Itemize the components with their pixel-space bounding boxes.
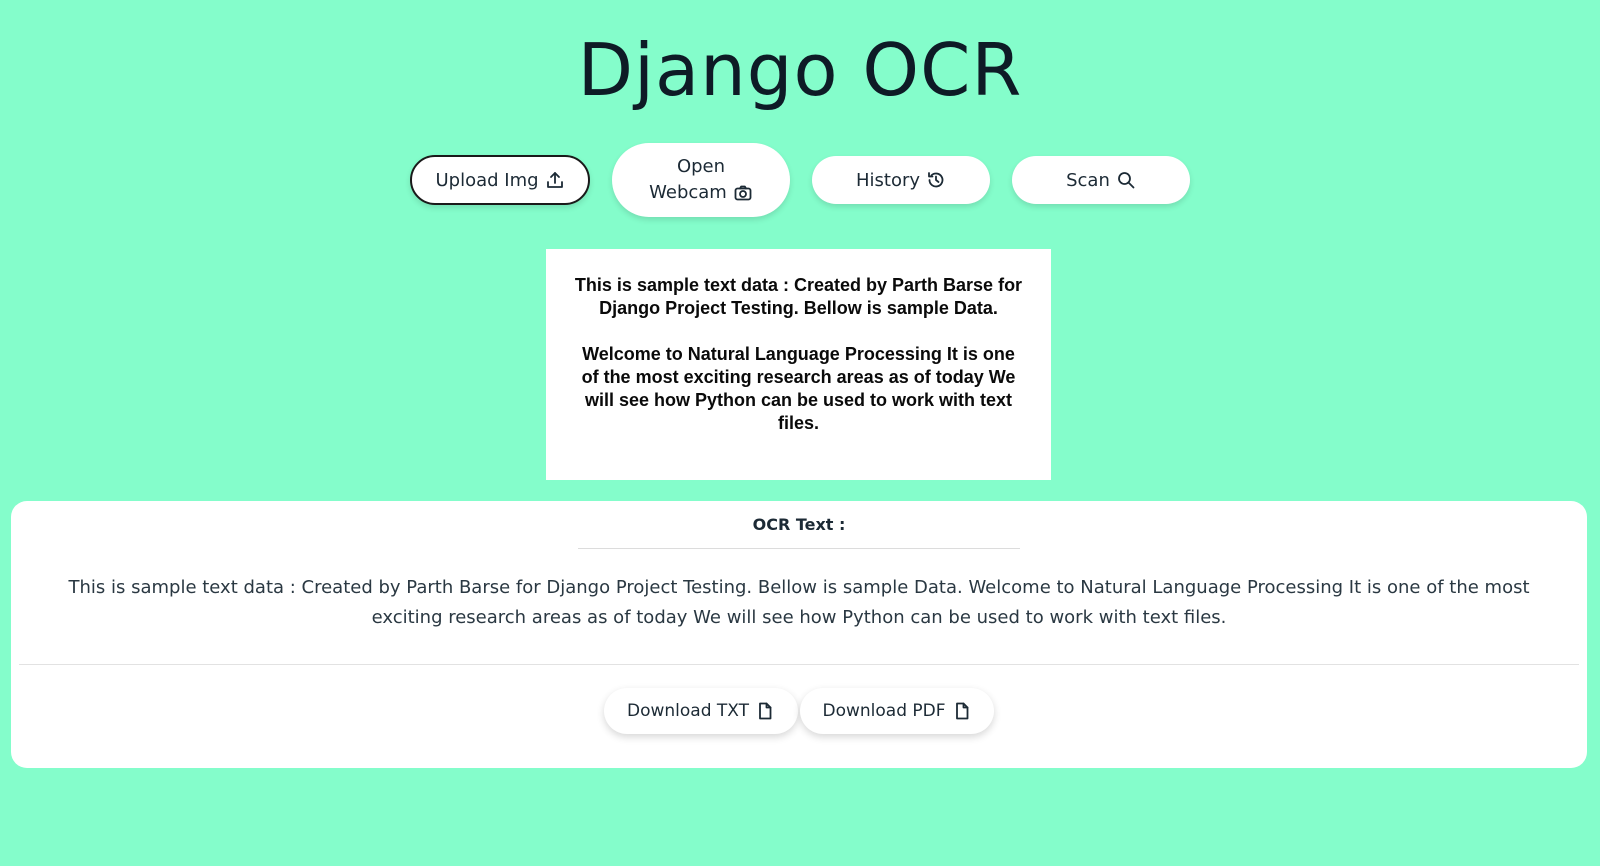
history-button[interactable]: History [812,156,990,204]
card-divider [19,664,1579,665]
download-pdf-button[interactable]: Download PDF [800,688,994,734]
download-txt-button[interactable]: Download TXT [604,688,798,734]
webcam-button-label-line1: Open [676,156,726,177]
webcam-button-label-line2: Webcam [649,182,727,203]
history-icon [926,170,946,190]
file-icon [952,701,972,721]
upload-button-label: Upload Img [435,169,539,191]
upload-image-button[interactable]: Upload Img [410,155,590,205]
history-button-label: History [855,169,921,191]
toolbar: Upload Img Open Webcam History Scan [0,143,1600,217]
ocr-result-card: OCR Text : This is sample text data : Cr… [11,501,1587,768]
ocr-text-output: This is sample text data : Created by Pa… [68,577,1530,628]
open-webcam-button[interactable]: Open Webcam [612,143,790,217]
download-txt-label: Download TXT [626,701,750,721]
uploaded-image-preview: This is sample text data : Created by Pa… [546,249,1051,480]
preview-paragraph-1: This is sample text data : Created by Pa… [574,275,1023,318]
heading-divider [578,548,1020,549]
ocr-text-heading: OCR Text : [752,515,846,534]
file-icon [755,701,775,721]
scan-button-label: Scan [1066,169,1110,191]
preview-paragraph-2: Welcome to Natural Language Processing I… [581,344,1016,433]
camera-icon [733,183,753,203]
scan-button[interactable]: Scan [1012,156,1190,204]
download-actions: Download TXT Download PDF [11,688,1587,734]
search-icon [1116,170,1136,190]
page-title: Django OCR [577,28,1023,112]
download-pdf-label: Download PDF [822,701,946,721]
upload-icon [545,170,565,190]
page: Django OCR Upload Img Open Webcam Histor… [0,0,1600,866]
